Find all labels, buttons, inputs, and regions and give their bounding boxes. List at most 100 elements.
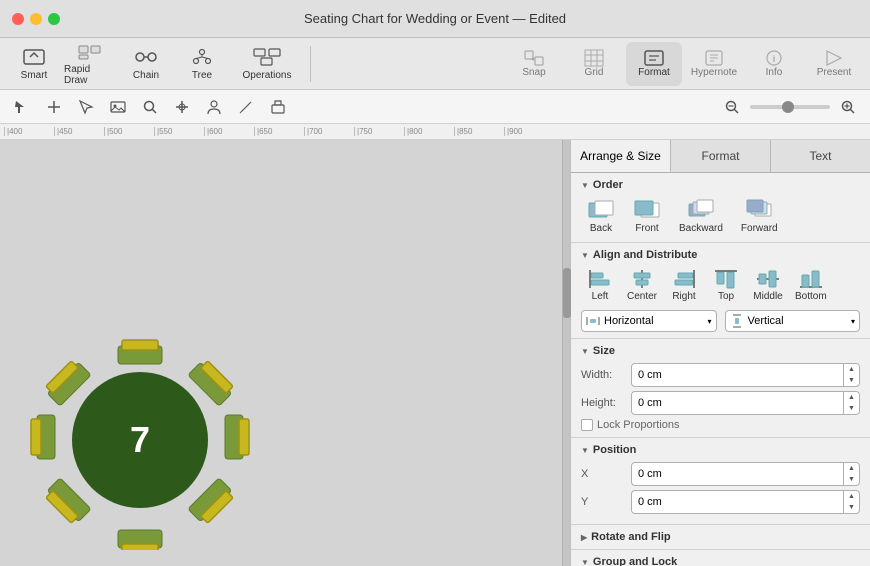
size-header[interactable]: ▼ Size: [581, 345, 860, 357]
align-buttons: Left Center: [581, 267, 860, 304]
vertical-chevron: ▾: [851, 317, 855, 326]
width-stepper-up[interactable]: ▲: [844, 364, 859, 375]
group-lock-collapse-arrow: ▼: [581, 558, 589, 566]
person-tool[interactable]: [200, 94, 228, 120]
toolbar-snap[interactable]: Snap: [506, 42, 562, 86]
operations-icon: [253, 46, 281, 68]
toolbar-format[interactable]: Format: [626, 42, 682, 86]
scroll-bar[interactable]: [562, 140, 570, 566]
position-title: Position: [593, 444, 636, 456]
width-stepper[interactable]: ▲ ▼: [843, 364, 859, 386]
x-input[interactable]: 0 cm ▲ ▼: [631, 462, 860, 486]
y-row: Y 0 cm ▲ ▼: [581, 490, 860, 514]
horizontal-distribute-select[interactable]: Horizontal ▾: [581, 310, 717, 332]
zoom-controls: [718, 94, 862, 120]
align-left-button[interactable]: Left: [581, 267, 619, 304]
order-header[interactable]: ▼ Order: [581, 179, 860, 191]
group-lock-header[interactable]: ▼ Group and Lock: [581, 556, 860, 566]
align-right-button[interactable]: Right: [665, 267, 703, 304]
align-middle-button[interactable]: Middle: [749, 267, 787, 304]
toolbar-hypernote[interactable]: Hypernote: [686, 42, 742, 86]
toolbar-rapid-draw[interactable]: Rapid Draw: [64, 42, 116, 86]
vertical-distribute-select[interactable]: Vertical ▾: [725, 310, 861, 332]
y-stepper-up[interactable]: ▲: [844, 491, 859, 502]
title-bar: Seating Chart for Wedding or Event — Edi…: [0, 0, 870, 38]
x-row: X 0 cm ▲ ▼: [581, 462, 860, 486]
width-input[interactable]: 0 cm ▲ ▼: [631, 363, 860, 387]
align-left-icon: [587, 269, 613, 289]
window-controls: [12, 13, 60, 25]
height-input[interactable]: 0 cm ▲ ▼: [631, 391, 860, 415]
height-label: Height:: [581, 397, 631, 409]
height-stepper-up[interactable]: ▲: [844, 392, 859, 403]
align-top-button[interactable]: Top: [707, 267, 745, 304]
eraser-tool[interactable]: [264, 94, 292, 120]
lock-proportions-row: Lock Proportions: [581, 419, 860, 431]
align-header[interactable]: ▼ Align and Distribute: [581, 249, 860, 261]
align-bottom-button[interactable]: Bottom: [791, 267, 831, 304]
width-stepper-down[interactable]: ▼: [844, 375, 859, 386]
search-tool[interactable]: [136, 94, 164, 120]
canvas[interactable]: 7: [0, 140, 562, 566]
horizontal-chevron: ▾: [707, 317, 711, 326]
vertical-distribute-icon: [730, 314, 744, 328]
zoom-slider[interactable]: [750, 105, 830, 109]
toolbar-grid[interactable]: Grid: [566, 42, 622, 86]
zoom-thumb[interactable]: [782, 101, 794, 113]
order-back-button[interactable]: Back: [581, 197, 621, 236]
position-header[interactable]: ▼ Position: [581, 444, 860, 456]
y-stepper-down[interactable]: ▼: [844, 502, 859, 513]
group-lock-title: Group and Lock: [593, 556, 677, 566]
rotate-section[interactable]: ▶ Rotate and Flip: [571, 525, 870, 550]
tab-arrange-size[interactable]: Arrange & Size: [571, 140, 671, 172]
pen-tool[interactable]: [232, 94, 260, 120]
toolbar-chain[interactable]: Chain: [120, 42, 172, 86]
distribute-row: Horizontal ▾ Vertical ▾: [581, 310, 860, 332]
toolbar-operations[interactable]: Operations: [232, 42, 302, 86]
height-row: Height: 0 cm ▲ ▼: [581, 391, 860, 415]
height-stepper-down[interactable]: ▼: [844, 403, 859, 414]
order-front-button[interactable]: Front: [627, 197, 667, 236]
snap-icon: [523, 49, 545, 67]
group-lock-section: ▼ Group and Lock Grou: [571, 550, 870, 566]
maximize-button[interactable]: [48, 13, 60, 25]
minimize-button[interactable]: [30, 13, 42, 25]
grid-icon: [584, 49, 604, 67]
align-title: Align and Distribute: [593, 249, 698, 261]
pan-tool[interactable]: [168, 94, 196, 120]
pointer-tool[interactable]: [40, 94, 68, 120]
close-button[interactable]: [12, 13, 24, 25]
toolbar-present[interactable]: Present: [806, 42, 862, 86]
x-stepper[interactable]: ▲ ▼: [843, 463, 859, 485]
x-stepper-up[interactable]: ▲: [844, 463, 859, 474]
y-stepper[interactable]: ▲ ▼: [843, 491, 859, 513]
toolbar-info[interactable]: i Info: [746, 42, 802, 86]
align-center-button[interactable]: Center: [623, 267, 661, 304]
lock-proportions-checkbox[interactable]: [581, 419, 593, 431]
tab-format[interactable]: Format: [671, 140, 771, 172]
x-stepper-down[interactable]: ▼: [844, 474, 859, 485]
table-diagram: 7: [30, 330, 250, 550]
present-icon: [823, 49, 845, 67]
arrow-tool[interactable]: [8, 94, 36, 120]
y-input[interactable]: 0 cm ▲ ▼: [631, 490, 860, 514]
backward-icon: [687, 199, 715, 221]
toolbar-tree[interactable]: Tree: [176, 42, 228, 86]
order-forward-button[interactable]: Forward: [735, 197, 784, 236]
align-top-icon: [713, 269, 739, 289]
toolbar-smart[interactable]: Smart: [8, 42, 60, 86]
position-collapse-arrow: ▼: [581, 446, 589, 455]
lock-proportions-label: Lock Proportions: [597, 419, 680, 431]
tab-text[interactable]: Text: [771, 140, 870, 172]
height-stepper[interactable]: ▲ ▼: [843, 392, 859, 414]
svg-text:i: i: [773, 54, 776, 64]
order-backward-button[interactable]: Backward: [673, 197, 729, 236]
zoom-in-button[interactable]: [834, 94, 862, 120]
image-tool[interactable]: [104, 94, 132, 120]
zoom-out-button[interactable]: [718, 94, 746, 120]
window-title: Seating Chart for Wedding or Event — Edi…: [304, 11, 566, 26]
scroll-thumb[interactable]: [563, 268, 571, 318]
hypernote-icon: [703, 49, 725, 67]
y-value: 0 cm: [632, 491, 843, 513]
select-tool[interactable]: [72, 94, 100, 120]
